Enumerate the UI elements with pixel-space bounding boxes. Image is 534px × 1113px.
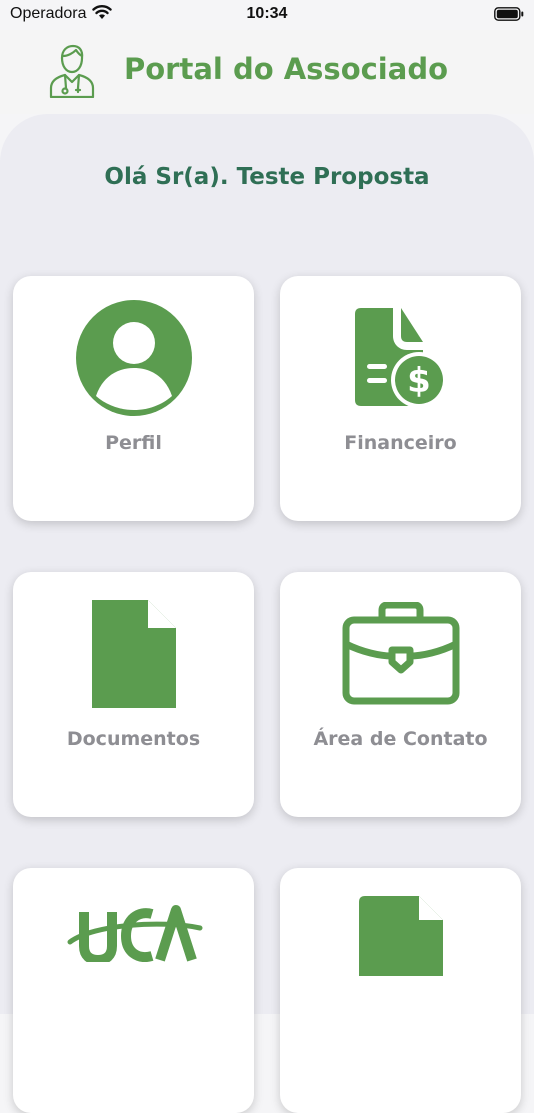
menu-tile-financeiro[interactable]: $ Financeiro (280, 276, 521, 521)
truck-icon (358, 896, 443, 976)
status-time: 10:34 (246, 5, 288, 22)
uca-logo-icon (67, 905, 202, 962)
menu-tile-uca[interactable] (13, 868, 254, 1113)
profile-icon (75, 300, 192, 416)
document-icon (91, 600, 176, 708)
status-bar: Operadora 10:34 (0, 0, 534, 30)
app-header: Portal do Associado (0, 30, 534, 114)
greeting-text: Olá Sr(a). Teste Proposta (104, 164, 430, 190)
doctor-icon (49, 44, 95, 98)
menu-tile-perfil[interactable]: Perfil (13, 276, 254, 521)
menu-tile-area-de-contato[interactable]: Área de Contato (280, 572, 521, 817)
menu-tile-label: Documentos (66, 728, 201, 750)
finance-icon: $ (354, 308, 447, 408)
menu-tile-label: Perfil (105, 432, 162, 454)
menu-tile-label: Financeiro (344, 432, 457, 454)
battery-icon (494, 7, 524, 21)
svg-text:$: $ (407, 361, 431, 401)
menu-tile-documentos[interactable]: Documentos (13, 572, 254, 817)
menu-tile-transporte[interactable] (280, 868, 521, 1113)
briefcase-icon (342, 602, 459, 705)
main-content: Olá Sr(a). Teste Proposta Perfil $ Finan… (0, 114, 534, 1113)
app-title: Portal do Associado (124, 52, 448, 86)
menu-tile-label: Área de Contato (313, 728, 488, 750)
